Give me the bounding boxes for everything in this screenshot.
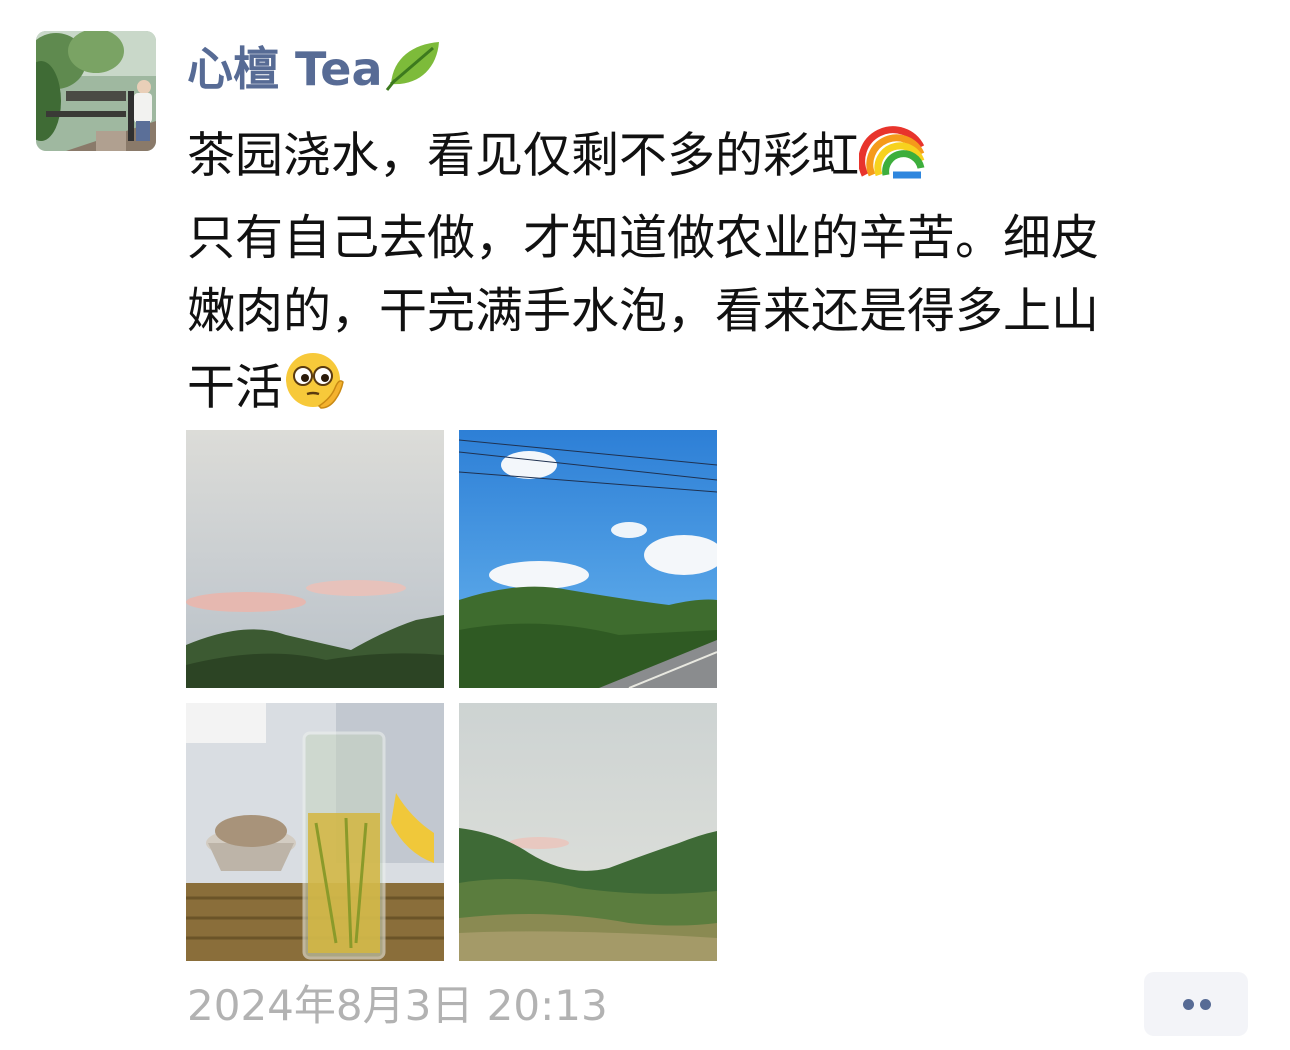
post-content: 茶园浇水，看见仅剩不多的彩虹 只有自己去做，才知道做农业的辛苦。细皮 嫩肉的，干… [187, 115, 1267, 433]
thinking-face-icon [283, 348, 347, 433]
tea-glass-photo[interactable] [186, 703, 444, 961]
photo-grid [186, 430, 718, 962]
more-options-icon [1183, 999, 1194, 1010]
content-text-4: 干活 [187, 359, 284, 416]
author-name-text: 心檀 Tea [187, 42, 383, 96]
content-line-4: 干活 [187, 348, 1267, 433]
avatar-image [36, 31, 156, 151]
rainbow-icon [858, 115, 925, 202]
content-line-2: 只有自己去做，才知道做农业的辛苦。细皮 [187, 210, 1100, 266]
avatar[interactable] [36, 31, 156, 151]
blue-sky-road-photo[interactable] [459, 430, 717, 688]
leaf-icon [383, 34, 445, 111]
valley-field-photo[interactable] [459, 703, 717, 961]
moments-post: 心檀 Tea 茶园浇水，看见仅剩不多的彩虹 只有自己去做，才知道做农业的辛苦。细… [0, 0, 1290, 1050]
more-options-icon-dot [1200, 999, 1211, 1010]
post-timestamp: 2024年8月3日 20:13 [187, 981, 608, 1030]
cloudy-sky-mountain-photo[interactable] [186, 430, 444, 688]
more-options-button[interactable] [1144, 972, 1248, 1036]
content-line-1: 茶园浇水，看见仅剩不多的彩虹 [187, 115, 1267, 202]
content-text-1: 茶园浇水，看见仅剩不多的彩虹 [187, 127, 860, 184]
author-name[interactable]: 心檀 Tea [187, 34, 445, 111]
content-line-3: 嫩肉的，干完满手水泡，看来还是得多上山 [187, 283, 1100, 339]
